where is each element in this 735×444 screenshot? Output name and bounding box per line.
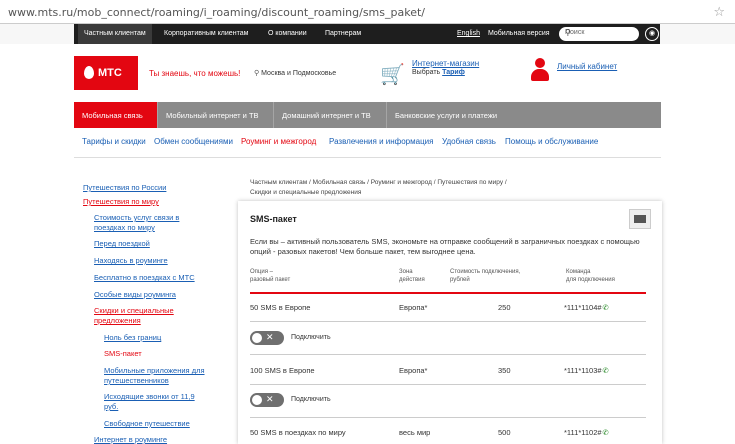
row2-cost: 350 [498,366,511,375]
sidebar-item-special-roaming[interactable]: Особые виды роуминга [94,290,176,300]
slogan: Ты знаешь, что можешь! [149,69,241,78]
topnav-private-clients[interactable]: Частным клиентам [78,24,152,44]
header-option: Опция – разовый пакет [250,269,291,283]
row-divider [250,354,646,355]
top-navigation: Частным клиентам Корпоративным клиентам … [0,24,735,44]
sidebar-item-in-roaming[interactable]: Находясь в роуминге [94,256,168,266]
page-title: SMS-пакет [250,214,297,224]
connect-label-1[interactable]: Подключить [291,334,331,341]
row-divider [250,417,646,418]
tab-banking[interactable]: Банковские услуги и платежи [387,102,661,128]
location-pin-icon: ⚲ [254,70,260,77]
sidebar-item-discounts-line2[interactable]: предложения [94,316,141,326]
row1-command: *111*1104#✆ [564,303,609,312]
subnav-messaging[interactable]: Обмен сообщениями [154,137,233,146]
sidebar-item-internet-roaming[interactable]: Интернет в роуминге [94,435,167,444]
tab-mobile-communication[interactable]: Мобильная связь [74,102,158,128]
main-navigation: Мобильная связь Мобильный интернет и ТВ … [74,102,661,128]
subnav-help[interactable]: Помощь и обслуживание [505,137,598,146]
subnav-tariffs[interactable]: Тарифы и скидки [82,137,146,146]
sidebar: Путешествия по России Путешествия по мир… [74,171,226,444]
subnav-convenient[interactable]: Удобная связь [442,137,496,146]
row3-option: 50 SMS в поездках по миру [250,428,346,437]
row2-option: 100 SMS в Европе [250,366,315,375]
sidebar-item-zero-borders[interactable]: Ноль без границ [104,333,161,343]
online-shop-link[interactable]: Интернет-магазин [412,59,479,68]
intro-text: Если вы – активный пользователь SMS, эко… [250,237,640,256]
connect-toggle-1[interactable]: ✕ [250,331,284,345]
sidebar-item-russia-trips[interactable]: Путешествия по России [83,183,166,193]
topnav-corporate-clients[interactable]: Корпоративным клиентам [164,30,248,37]
sidebar-item-sms-package[interactable]: SMS-пакет [104,349,142,359]
row3-cost: 500 [498,428,511,437]
breadcrumb-line2[interactable]: Скидки и специальные предложения [250,188,550,198]
sidebar-item-apps-line2[interactable]: путешественников [104,376,169,386]
choose-label: Выбрать [412,69,441,76]
phone-icon: ✆ [602,366,609,375]
close-icon: ✕ [266,394,274,404]
breadcrumb-line1[interactable]: Частным клиентам / Мобильная связь / Роу… [250,178,550,188]
tab-mobile-internet-tv[interactable]: Мобильный интернет и ТВ [158,102,274,128]
region-selector[interactable]: ⚲ Москва и Подмосковье [254,69,336,77]
url-text[interactable]: www.mts.ru/mob_connect/roaming/i_roaming… [8,6,425,19]
sidebar-item-free-trips[interactable]: Бесплатно в поездках с МТС [94,273,195,283]
header-command: Команда для подключения [566,269,615,283]
search-input[interactable]: Поиск ⚲ [559,27,639,41]
shopping-cart-icon[interactable]: 🛒 [380,62,405,87]
subnav-entertainment[interactable]: Развлечения и информация [329,137,433,146]
bookmark-star-icon[interactable]: ☆ [713,4,725,20]
row3-command: *111*1102#✆ [564,428,609,437]
address-bar[interactable]: www.mts.ru/mob_connect/roaming/i_roaming… [0,0,735,24]
breadcrumb[interactable]: Частным клиентам / Мобильная связь / Роу… [250,178,550,198]
accessibility-eye-icon[interactable]: ◉ [645,27,659,41]
sms-package-card: SMS-пакет Если вы – активный пользовател… [238,201,662,444]
choose-tariff: Выбрать Тариф [412,69,465,76]
user-avatar-icon[interactable] [530,58,550,82]
topnav-about[interactable]: О компании [268,30,307,37]
sub-navigation: Тарифы и скидки Обмен сообщениями Роумин… [74,128,661,158]
row2-command: *111*1103#✆ [564,366,609,375]
close-icon: ✕ [266,332,274,342]
row1-cost: 250 [498,303,511,312]
header-zone: Зона действия [399,269,425,283]
connect-label-2[interactable]: Подключить [291,396,331,403]
sidebar-item-cost-line2[interactable]: поездках по миру [94,223,155,233]
topnav-mobile-version[interactable]: Мобильная версия [488,30,550,37]
row1-zone: Европа* [399,303,428,312]
logo-text: МТС [98,67,122,79]
phone-icon: ✆ [602,428,609,437]
connect-toggle-2[interactable]: ✕ [250,393,284,407]
mts-egg-icon [84,66,94,79]
row-divider [250,384,646,385]
tab-home-internet-tv[interactable]: Домашний интернет и ТВ [274,102,387,128]
sidebar-item-apps-line1[interactable]: Мобильные приложения для [104,366,205,376]
table-header-divider [250,292,646,294]
row1-option: 50 SMS в Европе [250,303,311,312]
search-icon[interactable]: ⚲ [565,28,635,37]
tariff-link[interactable]: Тариф [442,69,465,76]
phone-icon: ✆ [602,303,609,312]
print-icon[interactable] [629,209,651,229]
region-text: Москва и Подмосковье [261,70,337,77]
sidebar-item-world-trips[interactable]: Путешествия по миру [83,197,159,207]
sidebar-item-calls-line2[interactable]: руб. [104,402,118,412]
sidebar-item-cost-line1[interactable]: Стоимость услуг связи в [94,213,179,223]
personal-account-link[interactable]: Личный кабинет [557,62,617,71]
topnav-english[interactable]: English [457,30,480,37]
sidebar-item-calls-line1[interactable]: Исходящие звонки от 11,9 [104,392,195,402]
sidebar-item-before-trip[interactable]: Перед поездкой [94,239,150,249]
mts-logo[interactable]: МТС [74,56,138,90]
subnav-roaming[interactable]: Роуминг и межгород [241,137,316,146]
sidebar-item-free-travel[interactable]: Свободное путешествие [104,419,190,429]
row-divider [250,321,646,322]
header-cost: Стоимость подключения, рублей [450,269,521,283]
sidebar-item-discounts-line1[interactable]: Скидки и специальные [94,306,174,316]
row3-zone: весь мир [399,428,431,437]
topnav-partners[interactable]: Партнерам [325,30,361,37]
row2-zone: Европа* [399,366,428,375]
